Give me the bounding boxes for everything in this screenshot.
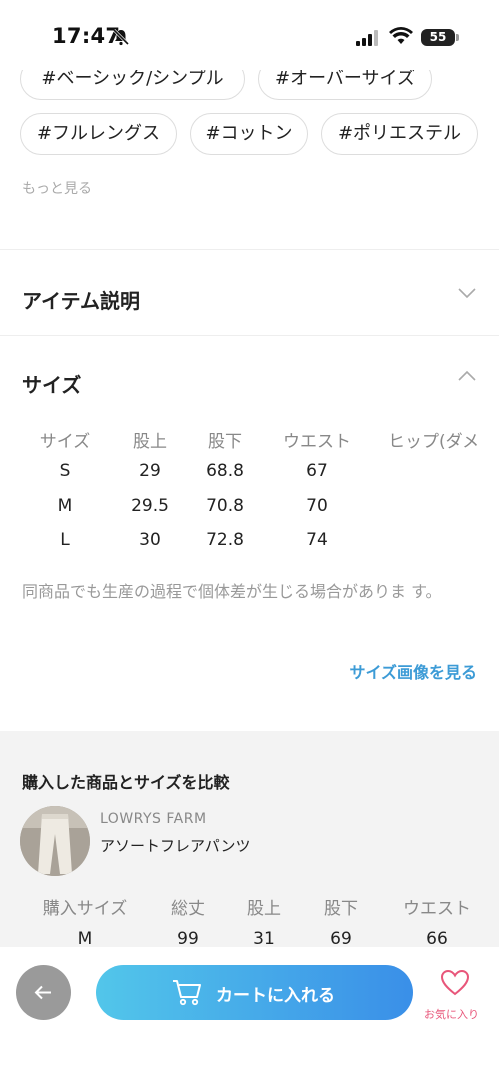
arrow-left-icon bbox=[34, 985, 51, 1000]
pants-image-icon bbox=[20, 806, 90, 876]
size-cell: 70.8 bbox=[206, 496, 244, 516]
divider bbox=[0, 335, 499, 336]
purchased-compare-section: 購入した商品とサイズを比較 LOWRYS FARM アソートフレアパンツ 購入サ… bbox=[0, 731, 499, 961]
divider bbox=[0, 249, 499, 250]
size-header: ウエスト bbox=[283, 432, 351, 452]
size-variance-note: 同商品でも生産の過程で個体差が生じる場合がありま す。 bbox=[22, 582, 442, 601]
compare-header: 股下 bbox=[324, 899, 358, 919]
size-cell: M bbox=[57, 496, 73, 516]
more-tags-link[interactable]: もっと見る bbox=[22, 178, 92, 198]
size-cell: 29 bbox=[139, 461, 161, 481]
size-header: ヒップ(ダメ bbox=[388, 432, 480, 452]
tag-full-length[interactable]: #フルレングス bbox=[20, 113, 177, 155]
compare-header: ウエスト bbox=[403, 899, 471, 919]
compare-cell: 31 bbox=[253, 929, 275, 949]
product-name: アソートフレアパンツ bbox=[100, 837, 251, 855]
back-button[interactable] bbox=[16, 965, 71, 1020]
status-bar: 17:47 55 bbox=[0, 0, 499, 70]
size-cell: 74 bbox=[306, 530, 328, 550]
tag-cotton[interactable]: #コットン bbox=[190, 113, 308, 155]
bottom-action-bar: カートに入れる お気に入り bbox=[0, 947, 499, 1080]
size-cell: 29.5 bbox=[131, 496, 169, 516]
add-to-cart-button[interactable]: カートに入れる bbox=[96, 965, 413, 1020]
size-header: サイズ bbox=[39, 432, 91, 452]
add-to-cart-label: カートに入れる bbox=[216, 986, 335, 1006]
size-cell: L bbox=[60, 530, 70, 550]
compare-cell: 66 bbox=[426, 929, 448, 949]
product-thumbnail[interactable] bbox=[20, 806, 90, 876]
size-section-title: サイズ bbox=[22, 373, 82, 397]
product-brand: LOWRYS FARM bbox=[100, 811, 207, 827]
size-cell: 68.8 bbox=[206, 461, 244, 481]
size-image-link[interactable]: サイズ画像を見る bbox=[349, 659, 477, 683]
compare-header: 股上 bbox=[247, 899, 281, 919]
size-header: 股下 bbox=[208, 432, 242, 452]
compare-title: 購入した商品とサイズを比較 bbox=[22, 773, 230, 792]
size-cell: 70 bbox=[306, 496, 328, 516]
wifi-icon bbox=[389, 27, 413, 44]
compare-header: 総丈 bbox=[171, 899, 205, 919]
chevron-up-icon bbox=[458, 370, 476, 381]
item-description-title: アイテム説明 bbox=[22, 289, 140, 313]
size-cell: 67 bbox=[306, 461, 328, 481]
signal-icon bbox=[356, 30, 378, 46]
cart-icon bbox=[173, 980, 201, 1006]
status-time: 17:47 bbox=[52, 24, 121, 48]
chevron-down-icon bbox=[458, 288, 476, 299]
size-header: 股上 bbox=[133, 432, 167, 452]
heart-icon[interactable] bbox=[440, 969, 470, 996]
size-table: サイズ 股上 股下 ウエスト ヒップ(ダメ S 29 68.8 67 M 29.… bbox=[0, 425, 499, 550]
compare-cell: 69 bbox=[330, 929, 352, 949]
favorite-label[interactable]: お気に入り bbox=[424, 1006, 479, 1022]
compare-cell: M bbox=[77, 929, 93, 949]
tag-polyester[interactable]: #ポリエステル bbox=[321, 113, 478, 155]
battery-indicator: 55 bbox=[421, 29, 455, 46]
size-cell: 72.8 bbox=[206, 530, 244, 550]
battery-cap bbox=[456, 34, 459, 41]
compare-cell: 99 bbox=[177, 929, 199, 949]
size-cell: S bbox=[59, 461, 71, 481]
compare-header: 購入サイズ bbox=[42, 899, 128, 919]
size-cell: 30 bbox=[139, 530, 161, 550]
bell-muted-icon bbox=[112, 28, 130, 46]
